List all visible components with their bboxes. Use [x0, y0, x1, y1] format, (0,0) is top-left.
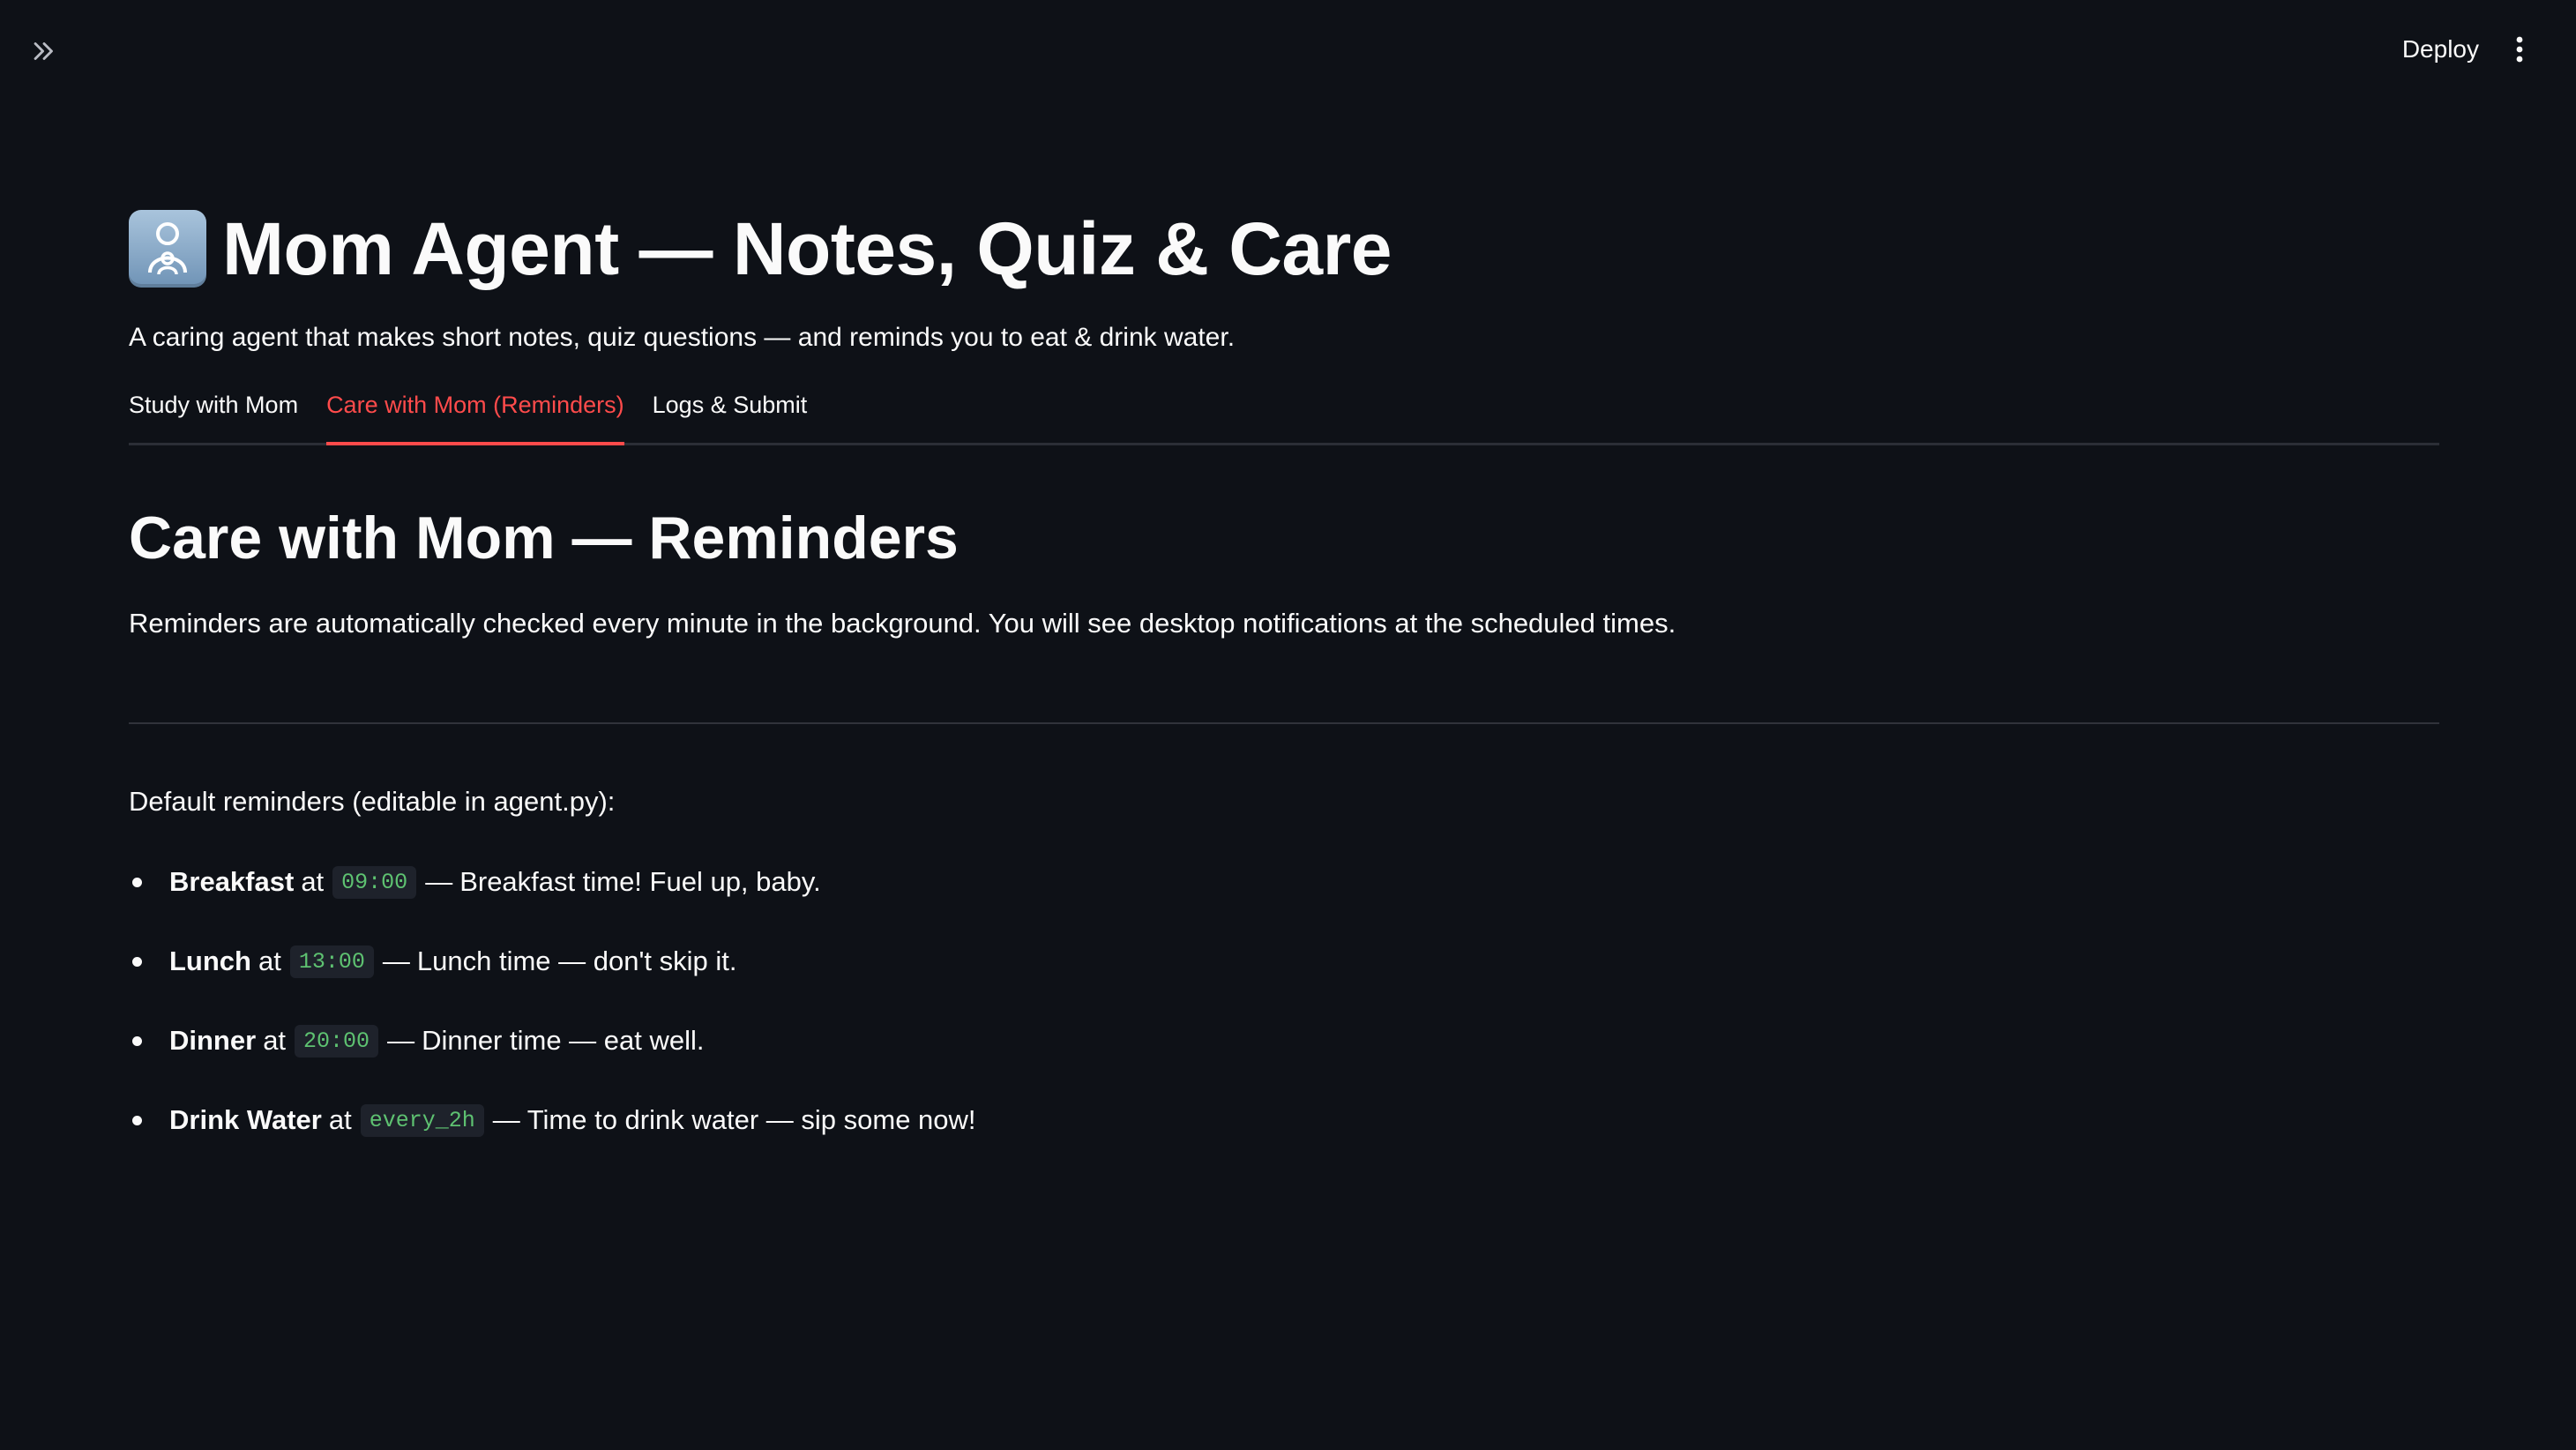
tab-care-with-mom[interactable]: Care with Mom (Reminders): [326, 386, 624, 445]
reminder-name: Dinner: [169, 1025, 257, 1056]
reminder-separator: —: [492, 1104, 520, 1135]
woman-with-baby-emoji-icon: [129, 210, 206, 288]
section-heading: Care with Mom — Reminders: [129, 505, 959, 572]
bullet-icon: [132, 1036, 142, 1046]
expand-sidebar-button[interactable]: [26, 34, 62, 69]
main-menu-button[interactable]: [2502, 32, 2537, 67]
reminder-name: Breakfast: [169, 866, 295, 897]
reminder-separator: —: [382, 945, 410, 976]
main-content: Mom Agent — Notes, Quiz & Care A caring …: [129, 194, 2439, 1160]
list-item: Dinner at 20:00 — Dinner time — eat well…: [129, 1001, 2439, 1080]
reminder-separator: —: [387, 1025, 415, 1056]
default-reminders-label: Default reminders (editable in agent.py)…: [129, 786, 616, 817]
bullet-icon: [132, 878, 142, 887]
reminder-time-code: every_2h: [360, 1103, 484, 1137]
tab-logs-submit[interactable]: Logs & Submit: [653, 386, 808, 443]
reminder-name: Lunch: [169, 945, 251, 976]
reminder-message: Breakfast time! Fuel up, baby.: [459, 866, 821, 897]
reminder-time-code: 09:00: [332, 865, 417, 899]
reminder-separator: —: [425, 866, 453, 897]
double-chevron-right-icon: [34, 42, 53, 60]
reminder-time-code: 13:00: [289, 945, 374, 978]
reminders-info-text: Reminders are automatically checked ever…: [129, 608, 1676, 639]
reminder-at-text: at: [328, 1104, 352, 1135]
bullet-icon: [132, 1116, 142, 1125]
reminder-message: Time to drink water — sip some now!: [526, 1104, 976, 1135]
reminder-time-code: 20:00: [295, 1024, 379, 1058]
deploy-button[interactable]: Deploy: [2402, 32, 2479, 67]
page-title: Mom Agent — Notes, Quiz & Care: [222, 206, 1393, 290]
reminder-message: Lunch time — don't skip it.: [416, 945, 737, 976]
vertical-dots-icon: [2516, 36, 2523, 63]
reminder-at-text: at: [263, 1025, 287, 1056]
list-item: Lunch at 13:00 — Lunch time — don't skip…: [129, 922, 2439, 1001]
divider: [129, 722, 2439, 724]
tab-study-with-mom[interactable]: Study with Mom: [129, 386, 298, 443]
page-subtitle: A caring agent that makes short notes, q…: [129, 323, 1236, 352]
list-item: Drink Water at every_2h — Time to drink …: [129, 1080, 2439, 1160]
reminder-list: Breakfast at 09:00 — Breakfast time! Fue…: [129, 842, 2439, 1160]
app-root: Deploy Mom Agent — Notes, Quiz & Care A …: [0, 0, 2576, 1450]
tab-bar: Study with Mom Care with Mom (Reminders)…: [129, 386, 2439, 445]
reminder-at-text: at: [258, 945, 281, 976]
reminder-name: Drink Water: [169, 1104, 322, 1135]
reminder-at-text: at: [301, 866, 325, 897]
title-row: Mom Agent — Notes, Quiz & Care: [129, 194, 2439, 303]
bullet-icon: [132, 957, 142, 967]
list-item: Breakfast at 09:00 — Breakfast time! Fue…: [129, 842, 2439, 922]
reminder-message: Dinner time — eat well.: [422, 1025, 705, 1056]
